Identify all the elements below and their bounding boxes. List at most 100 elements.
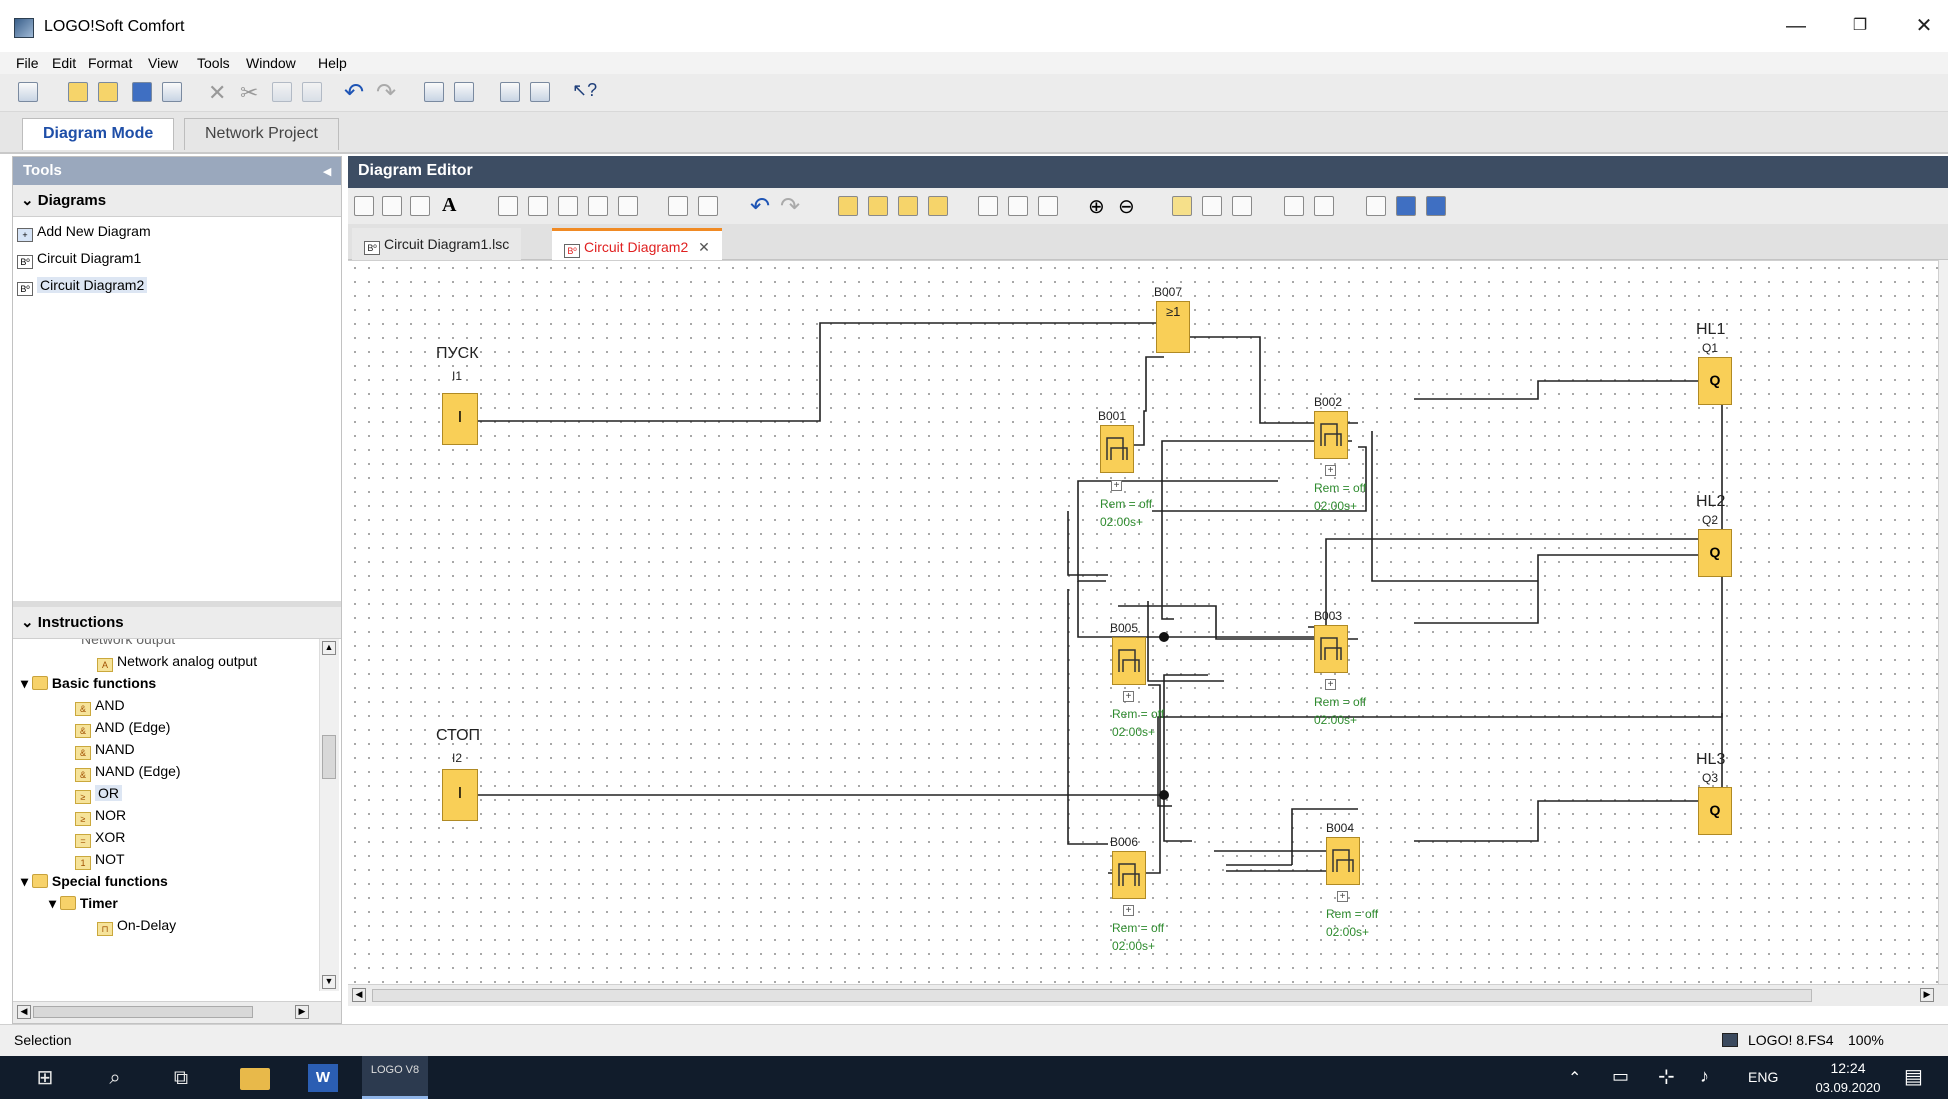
timer-block-b006[interactable] (1112, 851, 1146, 899)
redo-icon[interactable]: ↷ (376, 78, 396, 107)
download-icon[interactable] (1396, 196, 1416, 216)
split-view-icon[interactable] (1008, 196, 1028, 216)
split-connection-icon[interactable] (668, 196, 688, 216)
scroll-left-icon[interactable]: ◀ (352, 988, 366, 1002)
tab-network-project[interactable]: Network Project (184, 118, 339, 150)
scroll-up-icon[interactable]: ▲ (322, 641, 336, 655)
sf-special-functions-icon[interactable] (898, 196, 918, 216)
tree-item-not[interactable]: 1 NOT (75, 851, 125, 873)
timer-block-b004[interactable] (1326, 837, 1360, 885)
editor-undo-icon[interactable]: ↶ (750, 192, 770, 221)
menu-format[interactable]: Format (88, 55, 132, 71)
expand-params-icon[interactable]: + (1325, 465, 1336, 476)
highlight-icon[interactable] (1172, 196, 1192, 216)
table-icon[interactable] (1202, 196, 1222, 216)
menu-edit[interactable]: Edit (52, 55, 76, 71)
timer-block-b001[interactable] (1100, 425, 1134, 473)
delete-icon[interactable]: ✕ (208, 80, 226, 106)
text-tool-icon[interactable]: A (442, 194, 456, 217)
tree-vertical-scrollbar[interactable]: ▲ ▼ (319, 639, 339, 991)
new-icon[interactable] (18, 82, 38, 102)
tree-item-and-edge[interactable]: & AND (Edge) (75, 719, 170, 741)
close-tab-icon[interactable]: ✕ (698, 239, 710, 255)
cut-icon[interactable]: ✂ (240, 80, 258, 106)
tree-item-network-analog-output[interactable]: A Network analog output (97, 653, 257, 675)
canvas-vertical-scrollbar[interactable] (1938, 260, 1948, 984)
scroll-left-icon[interactable]: ◀ (17, 1005, 31, 1019)
hardware-icon[interactable] (1314, 196, 1334, 216)
l-ladder-icon[interactable] (928, 196, 948, 216)
scroll-thumb[interactable] (33, 1006, 253, 1018)
align-top-icon[interactable] (558, 196, 578, 216)
simulation-icon[interactable] (500, 82, 520, 102)
copy-icon[interactable] (272, 82, 292, 102)
transfer-logo-pc-icon[interactable] (454, 82, 474, 102)
minimize-button[interactable]: — (1776, 10, 1816, 42)
expand-params-icon[interactable]: + (1337, 891, 1348, 902)
block-properties-icon[interactable] (1232, 196, 1252, 216)
clock-time[interactable]: 12:24 (1818, 1060, 1878, 1076)
scroll-thumb[interactable] (372, 989, 1812, 1002)
volume-icon[interactable]: ♪ (1700, 1066, 1709, 1087)
diagram-item-circuit-1[interactable]: Bº Circuit Diagram1 (17, 250, 141, 272)
save-icon[interactable] (132, 82, 152, 102)
diagram-item-circuit-2[interactable]: Bº Circuit Diagram2 (17, 277, 148, 299)
expand-params-icon[interactable]: + (1123, 905, 1134, 916)
input-block-i2[interactable]: I (442, 769, 478, 821)
tree-item-nand[interactable]: & NAND (75, 741, 135, 763)
tree-item-and[interactable]: & AND (75, 697, 125, 719)
transfer-pc-logo-icon[interactable] (424, 82, 444, 102)
diagrams-section-header[interactable]: ⌄ Diagrams (13, 185, 341, 217)
tree-item-xor[interactable]: = XOR (75, 829, 125, 851)
align-left-icon[interactable] (498, 196, 518, 216)
triple-view-icon[interactable] (1038, 196, 1058, 216)
co-constants-icon[interactable] (838, 196, 858, 216)
print-icon[interactable] (162, 82, 182, 102)
input-block-i1[interactable]: I (442, 393, 478, 445)
expand-params-icon[interactable]: + (1325, 679, 1336, 690)
join-connection-icon[interactable] (698, 196, 718, 216)
context-help-icon[interactable]: ↖? (572, 80, 597, 101)
tree-item-on-delay[interactable]: ⊓ On-Delay (97, 917, 176, 939)
expand-params-icon[interactable]: + (1123, 691, 1134, 702)
scroll-thumb[interactable] (322, 735, 336, 779)
align-middle-icon[interactable] (588, 196, 608, 216)
scroll-down-icon[interactable]: ▼ (322, 975, 336, 989)
select-tool-icon[interactable] (354, 196, 374, 216)
tree-item-or[interactable]: ≥ OR (75, 785, 122, 807)
tree-item-nand-edge[interactable]: & NAND (Edge) (75, 763, 181, 785)
menu-help[interactable]: Help (318, 55, 347, 71)
connect-tool-icon[interactable] (382, 196, 402, 216)
menu-tools[interactable]: Tools (197, 55, 230, 71)
tab-circuit-diagram-1[interactable]: Bº Circuit Diagram1.lsc (352, 228, 522, 260)
notifications-icon[interactable]: ▤ (1904, 1064, 1923, 1089)
output-block-q3[interactable]: Q (1698, 787, 1732, 835)
constants-tool-icon[interactable] (410, 196, 430, 216)
diagram-canvas[interactable]: ПУСК I1 I СТОП I2 I B007 ≥1 B001 + Rem =… (348, 260, 1938, 984)
logo-soft-taskbar-app[interactable]: LOGO V8 (362, 1056, 428, 1099)
menu-view[interactable]: View (148, 55, 178, 71)
output-block-q2[interactable]: Q (1698, 529, 1732, 577)
maximize-button[interactable]: ❐ (1840, 10, 1880, 42)
zoom-out-icon[interactable]: ⊖ (1118, 194, 1135, 219)
menu-window[interactable]: Window (246, 55, 296, 71)
network-icon[interactable]: ⊹ (1658, 1064, 1675, 1089)
editor-redo-icon[interactable]: ↷ (780, 192, 800, 221)
close-button[interactable]: ✕ (1904, 10, 1944, 42)
task-view-icon[interactable]: ⧉ (166, 1064, 196, 1092)
single-view-icon[interactable] (978, 196, 998, 216)
open-icon[interactable] (68, 82, 88, 102)
or-block-b007[interactable]: ≥1 (1156, 301, 1190, 353)
scroll-right-icon[interactable]: ▶ (1920, 988, 1934, 1002)
tree-horizontal-scrollbar[interactable]: ◀ ▶ (13, 1001, 341, 1023)
file-explorer-icon[interactable] (240, 1068, 270, 1090)
align-center-icon[interactable] (528, 196, 548, 216)
menu-file[interactable]: File (16, 55, 39, 71)
upload-icon[interactable] (1426, 196, 1446, 216)
tab-diagram-mode[interactable]: Diagram Mode (22, 118, 175, 150)
gf-basic-functions-icon[interactable] (868, 196, 888, 216)
tree-folder-timer[interactable]: ▾ Timer (49, 895, 118, 917)
online-test-icon[interactable] (530, 82, 550, 102)
tree-folder-special-functions[interactable]: ▾ Special functions (21, 873, 168, 895)
instructions-section-header[interactable]: ⌄ Instructions (13, 607, 341, 639)
